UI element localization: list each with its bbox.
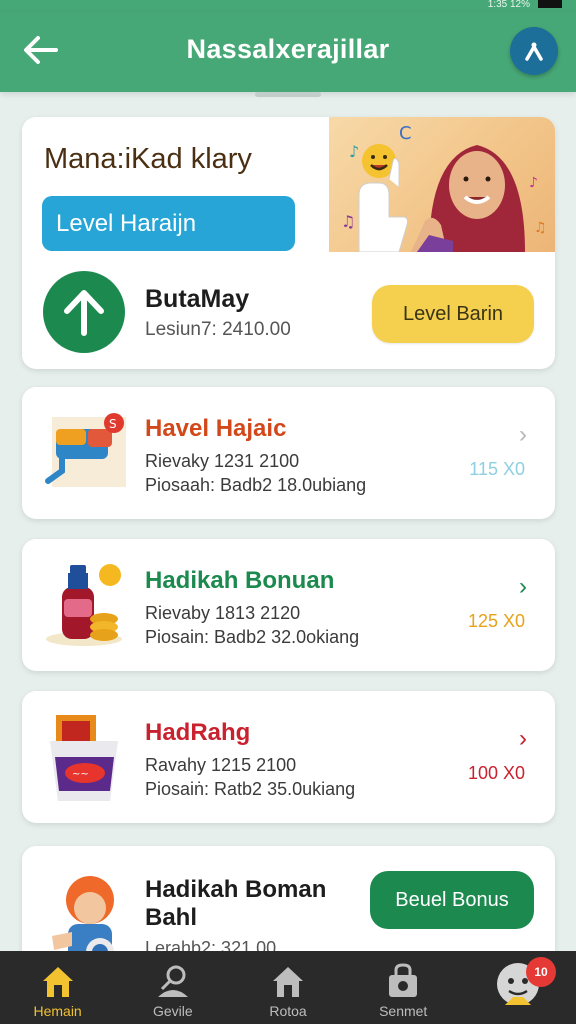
nav-label: Gevile	[152, 1003, 193, 1019]
user-name: ButaMay	[145, 285, 250, 313]
drink-coins-illustration	[46, 564, 122, 646]
nav-label: Senmet	[379, 1003, 428, 1019]
nav-item-rotoa[interactable]: Rotoa	[230, 951, 345, 1024]
home-icon	[42, 967, 73, 997]
banner-image: ♪ C ♫ ♪ ♫	[329, 117, 555, 252]
app-bar: Nassalxerajillar	[0, 12, 576, 92]
chevron-right-icon[interactable]: ›	[519, 573, 527, 601]
arrow-up-icon	[64, 290, 104, 336]
tools-button[interactable]	[510, 27, 558, 75]
scroll-grip[interactable]	[255, 92, 321, 97]
home-outline-icon	[273, 967, 303, 997]
chevron-right-icon[interactable]: ›	[519, 725, 527, 753]
bonus-title: Hadikah Boman Bahl	[145, 876, 327, 931]
level-button[interactable]: Level Barin	[372, 285, 534, 343]
notification-badge: 10	[526, 957, 557, 987]
nav-item-home[interactable]: Hemain	[0, 951, 115, 1024]
battery-icon	[538, 0, 562, 8]
nav-item-profile[interactable]: 10	[461, 951, 576, 1024]
search-profile-icon	[157, 965, 188, 997]
nav-item-gevile[interactable]: Gevile	[115, 951, 230, 1024]
level-summary-card: Mana:iKad klary Level Haraijn ♪ C ♫ ♪ ♫ …	[22, 117, 555, 369]
reward-detail: Rievaky 1231 2100	[145, 451, 300, 471]
level-up-badge	[43, 271, 125, 353]
snack-bucket-illustration: ~~	[50, 715, 118, 801]
reward-points: 125 X0	[467, 611, 525, 631]
reward-points: 115 X0	[469, 459, 525, 479]
svg-text:♪: ♪	[529, 175, 538, 191]
svg-text:C: C	[399, 123, 412, 144]
paint-roller-illustration: S	[45, 413, 126, 487]
chevron-right-icon[interactable]: ›	[519, 421, 527, 449]
reward-card[interactable]: ~~ HadRahg Ravahy 1215 2100 Piosaiṅ: Rat…	[22, 691, 555, 823]
reward-detail: Ravahy 1215 2100	[145, 755, 297, 775]
reward-title: HadRahg	[145, 719, 251, 746]
svg-text:S: S	[109, 417, 117, 431]
level-pill-button[interactable]: Level Haraijn	[42, 196, 295, 251]
page-title: Nassalxerajillar	[186, 34, 390, 64]
status-bar: 1:35 12%	[0, 0, 576, 12]
reward-detail: Piosain: Badb2 32.0okiang	[145, 627, 360, 647]
nav-label: Hemain	[33, 1003, 82, 1019]
card-heading: Mana:iKad klary	[44, 143, 252, 175]
status-text: 1:35 12%	[487, 0, 530, 10]
nav-item-senmet[interactable]: Senmet	[346, 951, 461, 1024]
level-subtext: Lesiun7: 2410.00	[145, 319, 291, 340]
reward-title: Havel Hajaic	[145, 415, 287, 442]
bag-icon	[389, 963, 418, 997]
nav-label: Rotoa	[269, 1003, 307, 1019]
svg-text:~~: ~~	[72, 769, 89, 780]
tools-icon	[525, 42, 543, 61]
reward-title: Hadikah Bonuan	[145, 567, 335, 594]
reward-card[interactable]: S Havel Hajaic Rievaky 1231 2100 Piosaah…	[22, 387, 555, 519]
banner-illustration: ♪ C ♫ ♪ ♫	[341, 123, 547, 252]
bottom-navigation: Hemain Gevile Rotoa Senmet 10	[0, 951, 576, 1024]
svg-text:♫: ♫	[341, 212, 355, 231]
svg-text:♪: ♪	[349, 142, 359, 161]
reward-points: 100 X0	[467, 763, 525, 783]
svg-text:♫: ♫	[534, 220, 547, 236]
bonus-button[interactable]: Beuel Bonus	[370, 871, 534, 929]
reward-detail: Piosaah: Badb2 18.0ubiang	[145, 475, 367, 495]
reward-detail: Rievaby 1813 2120	[145, 603, 301, 623]
reward-card[interactable]: Hadikah Bonuan Rievaby 1813 2120 Piosain…	[22, 539, 555, 671]
reward-detail: Piosaiṅ: Ratb2 35.0ukiang	[145, 779, 356, 799]
